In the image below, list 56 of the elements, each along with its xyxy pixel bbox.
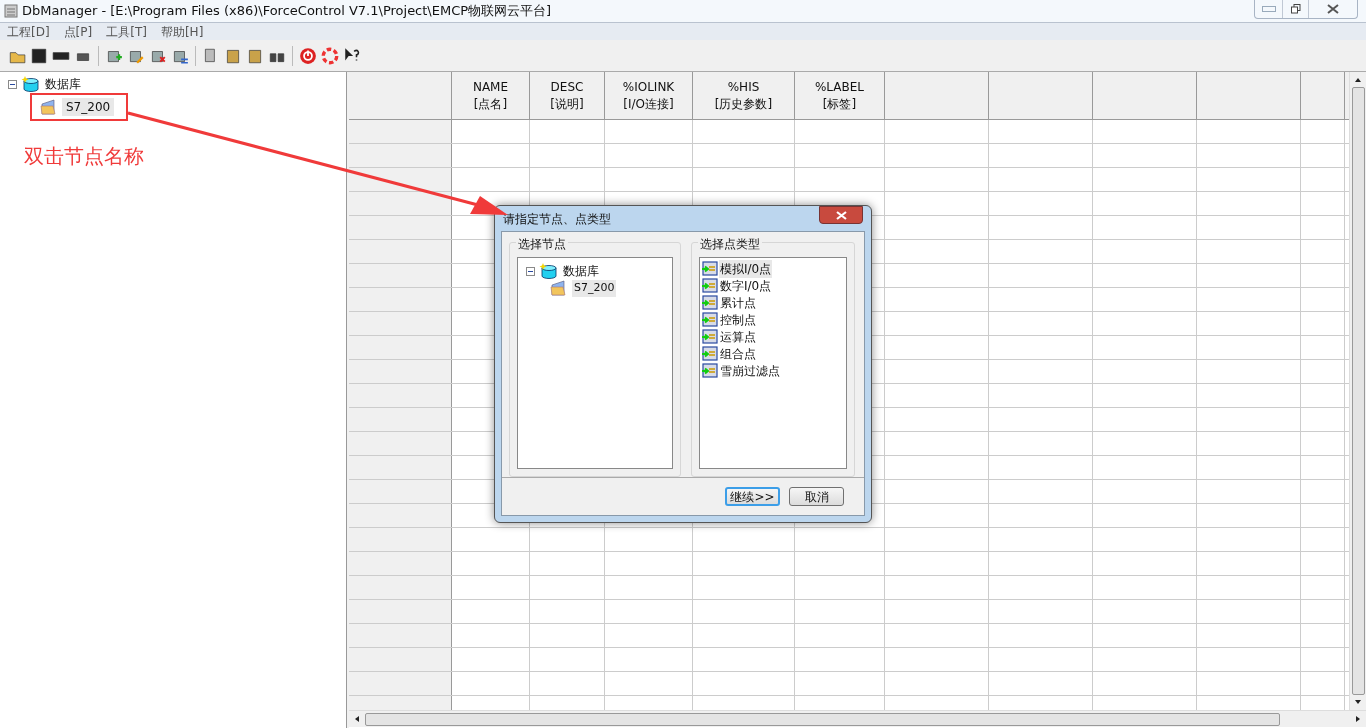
vertical-scrollbar[interactable] xyxy=(1349,72,1366,710)
row-header[interactable] xyxy=(349,192,452,215)
point-type-icon xyxy=(702,312,718,327)
list-item[interactable]: 组合点 xyxy=(719,344,757,363)
scroll-right-arrow-icon[interactable] xyxy=(1354,715,1362,723)
database-icon xyxy=(21,76,41,92)
database-icon xyxy=(539,263,559,279)
list-item[interactable]: 雪崩过滤点 xyxy=(719,361,781,380)
power-icon[interactable] xyxy=(299,46,317,65)
dialog-button[interactable]: 继续>> xyxy=(725,487,780,506)
point-type-icon xyxy=(702,329,718,344)
column-header[interactable]: %IOLINK [I/O连接] xyxy=(605,72,693,119)
collapse-toggle[interactable] xyxy=(526,266,535,276)
list-item[interactable]: 运算点 xyxy=(719,327,757,346)
folder-icon xyxy=(40,99,58,115)
group-title: 选择节点 xyxy=(516,235,568,253)
tree-item[interactable]: S7_200 xyxy=(572,280,617,297)
folder-icon xyxy=(550,280,568,297)
list-item[interactable]: 数字I/0点 xyxy=(719,276,773,295)
tree-item[interactable]: 数据库 xyxy=(563,262,599,280)
column-header[interactable]: %HIS [历史参数] xyxy=(693,72,795,119)
tree-item[interactable]: 数据库 xyxy=(45,75,81,93)
scroll-down-arrow-icon[interactable] xyxy=(1354,698,1362,706)
scroll-left-arrow-icon[interactable] xyxy=(353,715,361,723)
close-button[interactable] xyxy=(819,206,863,224)
annotation-text: 双击节点名称 xyxy=(23,143,145,170)
restore-icon[interactable] xyxy=(1290,4,1301,14)
dialog-button[interactable]: 取消 xyxy=(789,487,844,506)
window-title: DbManager - [E:\Program Files (x86)\ForceControl V7.1\Project\EMCP物联网云平台] xyxy=(22,2,552,21)
lifebuoy-icon[interactable] xyxy=(321,46,339,65)
close-icon[interactable] xyxy=(1327,4,1339,14)
list-item[interactable]: 模拟I/0点 xyxy=(719,259,773,278)
menu-item[interactable]: 点[P] xyxy=(63,22,93,41)
menu-item[interactable]: 工程[D] xyxy=(7,22,50,41)
list-item[interactable]: 控制点 xyxy=(719,310,757,329)
app-icon xyxy=(3,3,19,19)
point-type-list[interactable]: 模拟I/0点 数字I/0点 累计点 控制点 运算点 组合点 雪崩过滤点 xyxy=(699,257,847,469)
minimize-icon[interactable] xyxy=(1261,6,1276,12)
column-header[interactable]: NAME [点名] xyxy=(452,72,530,119)
point-type-icon xyxy=(702,261,718,276)
row-header[interactable] xyxy=(349,168,452,191)
node-tree-list[interactable]: 数据库 S7_200 xyxy=(517,257,673,469)
dialog-title: 请指定节点、点类型 xyxy=(502,210,611,228)
point-type-icon xyxy=(702,278,718,293)
point-type-icon xyxy=(702,295,718,310)
menu-item[interactable]: 帮助[H] xyxy=(160,22,204,41)
point-type-icon xyxy=(702,346,718,361)
list-item[interactable]: 累计点 xyxy=(719,293,757,312)
tree-item[interactable]: S7_200 xyxy=(62,98,115,116)
menu-item[interactable]: 工具[T] xyxy=(106,22,147,41)
scroll-up-arrow-icon[interactable] xyxy=(1354,76,1362,84)
horizontal-scrollbar[interactable] xyxy=(349,710,1366,727)
point-type-icon xyxy=(702,363,718,378)
column-header[interactable]: DESC [说明] xyxy=(530,72,605,119)
collapse-toggle[interactable] xyxy=(8,79,17,89)
group-title: 选择点类型 xyxy=(698,235,762,253)
